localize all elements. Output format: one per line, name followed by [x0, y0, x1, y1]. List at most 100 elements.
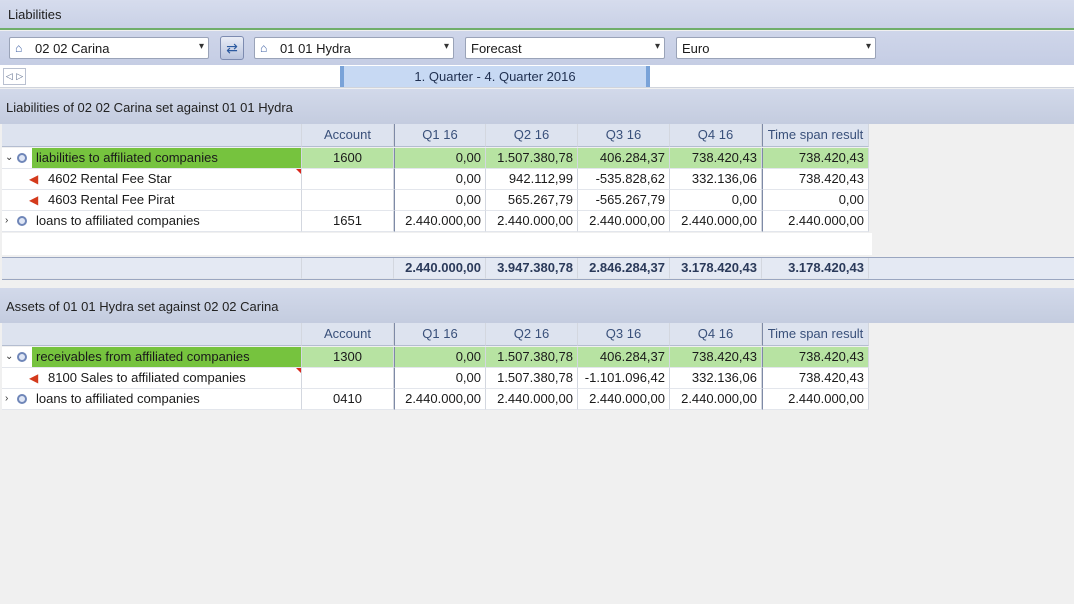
- row-account: [302, 368, 394, 389]
- row-q1: 0,00: [394, 190, 486, 211]
- company-to-select[interactable]: ⌂ 01 01 Hydra ▾: [254, 37, 454, 59]
- column-header-timespan[interactable]: Time span result: [762, 124, 869, 147]
- chevron-down-icon: ▾: [865, 41, 871, 52]
- row-account: [302, 169, 394, 190]
- row-q4: 0,00: [670, 190, 762, 211]
- period-bar: ◁ ▷ 1. Quarter - 4. Quarter 2016: [0, 65, 1074, 88]
- expand-chevron-icon[interactable]: ⌄: [5, 347, 13, 367]
- row-timespan: 2.440.000,00: [762, 389, 869, 410]
- column-header-q3[interactable]: Q3 16: [578, 323, 670, 346]
- next-arrow-icon[interactable]: ▷: [16, 71, 23, 82]
- row-timespan: 738.420,43: [762, 169, 869, 190]
- period-range[interactable]: 1. Quarter - 4. Quarter 2016: [340, 66, 650, 87]
- row-timespan: 738.420,43: [762, 368, 869, 389]
- total-q3: 2.846.284,37: [578, 258, 670, 279]
- row-q2: 1.507.380,78: [486, 368, 578, 389]
- row-q1: 2.440.000,00: [394, 211, 486, 232]
- column-header-name: [2, 323, 302, 346]
- row-q3: 406.284,37: [578, 347, 670, 368]
- swap-icon: ⇄: [226, 39, 238, 56]
- column-header-q4[interactable]: Q4 16: [670, 124, 762, 147]
- company-from-select[interactable]: ⌂ 02 02 Carina ▾: [9, 37, 209, 59]
- column-header-account[interactable]: Account: [302, 124, 394, 147]
- company-from-value: 02 02 Carina: [35, 40, 110, 56]
- column-header-q1[interactable]: Q1 16: [394, 323, 486, 346]
- row-q2: 2.440.000,00: [486, 389, 578, 410]
- column-header-q2[interactable]: Q2 16: [486, 124, 578, 147]
- row-timespan: 2.440.000,00: [762, 211, 869, 232]
- row-name: receivables from affiliated companies: [32, 347, 301, 367]
- row-q1: 0,00: [394, 148, 486, 169]
- red-arrow-icon: ◀: [29, 371, 39, 385]
- expand-chevron-icon[interactable]: ⌄: [5, 148, 13, 168]
- comment-marker-icon: [296, 368, 301, 373]
- column-header-account[interactable]: Account: [302, 323, 394, 346]
- table-row[interactable]: › loans to affiliated companies 0410 2.4…: [2, 389, 869, 410]
- total-timespan: 3.178.420,43: [762, 258, 869, 279]
- row-account: 1300: [302, 347, 394, 368]
- row-q1: 2.440.000,00: [394, 389, 486, 410]
- column-header-timespan[interactable]: Time span result: [762, 323, 869, 346]
- red-arrow-icon: ◀: [29, 193, 39, 207]
- home-icon: ⌂: [15, 41, 23, 55]
- table-row[interactable]: ◀ 4603 Rental Fee Pirat 0,00 565.267,79 …: [2, 190, 869, 211]
- currency-value: Euro: [682, 40, 710, 56]
- swap-companies-button[interactable]: ⇄: [220, 36, 244, 60]
- column-header-q1[interactable]: Q1 16: [394, 124, 486, 147]
- total-q2: 3.947.380,78: [486, 258, 578, 279]
- row-q1: 0,00: [394, 169, 486, 190]
- row-name: 8100 Sales to affiliated companies: [48, 370, 246, 385]
- row-q3: -565.267,79: [578, 190, 670, 211]
- table-row[interactable]: ⌄ receivables from affiliated companies …: [2, 347, 869, 368]
- company-to-value: 01 01 Hydra: [280, 40, 351, 56]
- row-timespan: 0,00: [762, 190, 869, 211]
- blank-row: [2, 233, 872, 255]
- row-q4: 2.440.000,00: [670, 389, 762, 410]
- row-q4: 738.420,43: [670, 347, 762, 368]
- chevron-down-icon: ▾: [198, 41, 204, 52]
- row-q2: 1.507.380,78: [486, 148, 578, 169]
- row-q3: -1.101.096,42: [578, 368, 670, 389]
- total-q1: 2.440.000,00: [394, 258, 486, 279]
- row-name: liabilities to affiliated companies: [32, 148, 301, 168]
- table-row[interactable]: › loans to affiliated companies 1651 2.4…: [2, 211, 869, 232]
- scenario-value: Forecast: [471, 40, 522, 56]
- liabilities-header-row: Account Q1 16 Q2 16 Q3 16 Q4 16 Time spa…: [2, 124, 869, 147]
- column-header-q2[interactable]: Q2 16: [486, 323, 578, 346]
- assets-section-title: Assets of 01 01 Hydra set against 02 02 …: [0, 288, 1074, 323]
- column-header-q3[interactable]: Q3 16: [578, 124, 670, 147]
- node-bullet-icon: [17, 394, 27, 404]
- window-title: Liabilities: [0, 0, 1074, 30]
- row-q1: 0,00: [394, 368, 486, 389]
- row-account: 1600: [302, 148, 394, 169]
- expand-chevron-icon[interactable]: ›: [5, 389, 8, 409]
- totals-row: 2.440.000,00 3.947.380,78 2.846.284,37 3…: [2, 257, 1074, 280]
- expand-chevron-icon[interactable]: ›: [5, 211, 8, 231]
- table-row[interactable]: ⌄ liabilities to affiliated companies 16…: [2, 148, 869, 169]
- row-account: 1651: [302, 211, 394, 232]
- row-q2: 1.507.380,78: [486, 347, 578, 368]
- node-bullet-icon: [17, 153, 27, 163]
- row-timespan: 738.420,43: [762, 148, 869, 169]
- node-bullet-icon: [17, 352, 27, 362]
- currency-select[interactable]: Euro ▾: [676, 37, 876, 59]
- row-q1: 0,00: [394, 347, 486, 368]
- column-header-name: [2, 124, 302, 147]
- period-nav[interactable]: ◁ ▷: [3, 68, 26, 85]
- row-q2: 2.440.000,00: [486, 211, 578, 232]
- table-row[interactable]: ◀ 8100 Sales to affiliated companies 0,0…: [2, 368, 869, 389]
- row-q4: 738.420,43: [670, 148, 762, 169]
- row-account: 0410: [302, 389, 394, 410]
- chevron-down-icon: ▾: [443, 41, 449, 52]
- row-q4: 2.440.000,00: [670, 211, 762, 232]
- row-account: [302, 190, 394, 211]
- row-q2: 942.112,99: [486, 169, 578, 190]
- total-q4: 3.178.420,43: [670, 258, 762, 279]
- home-icon: ⌂: [260, 41, 268, 55]
- scenario-select[interactable]: Forecast ▾: [465, 37, 665, 59]
- liabilities-section-title: Liabilities of 02 02 Carina set against …: [0, 89, 1074, 124]
- table-row[interactable]: ◀ 4602 Rental Fee Star 0,00 942.112,99 -…: [2, 169, 869, 190]
- prev-arrow-icon[interactable]: ◁: [6, 71, 13, 82]
- column-header-q4[interactable]: Q4 16: [670, 323, 762, 346]
- row-name: loans to affiliated companies: [36, 213, 200, 228]
